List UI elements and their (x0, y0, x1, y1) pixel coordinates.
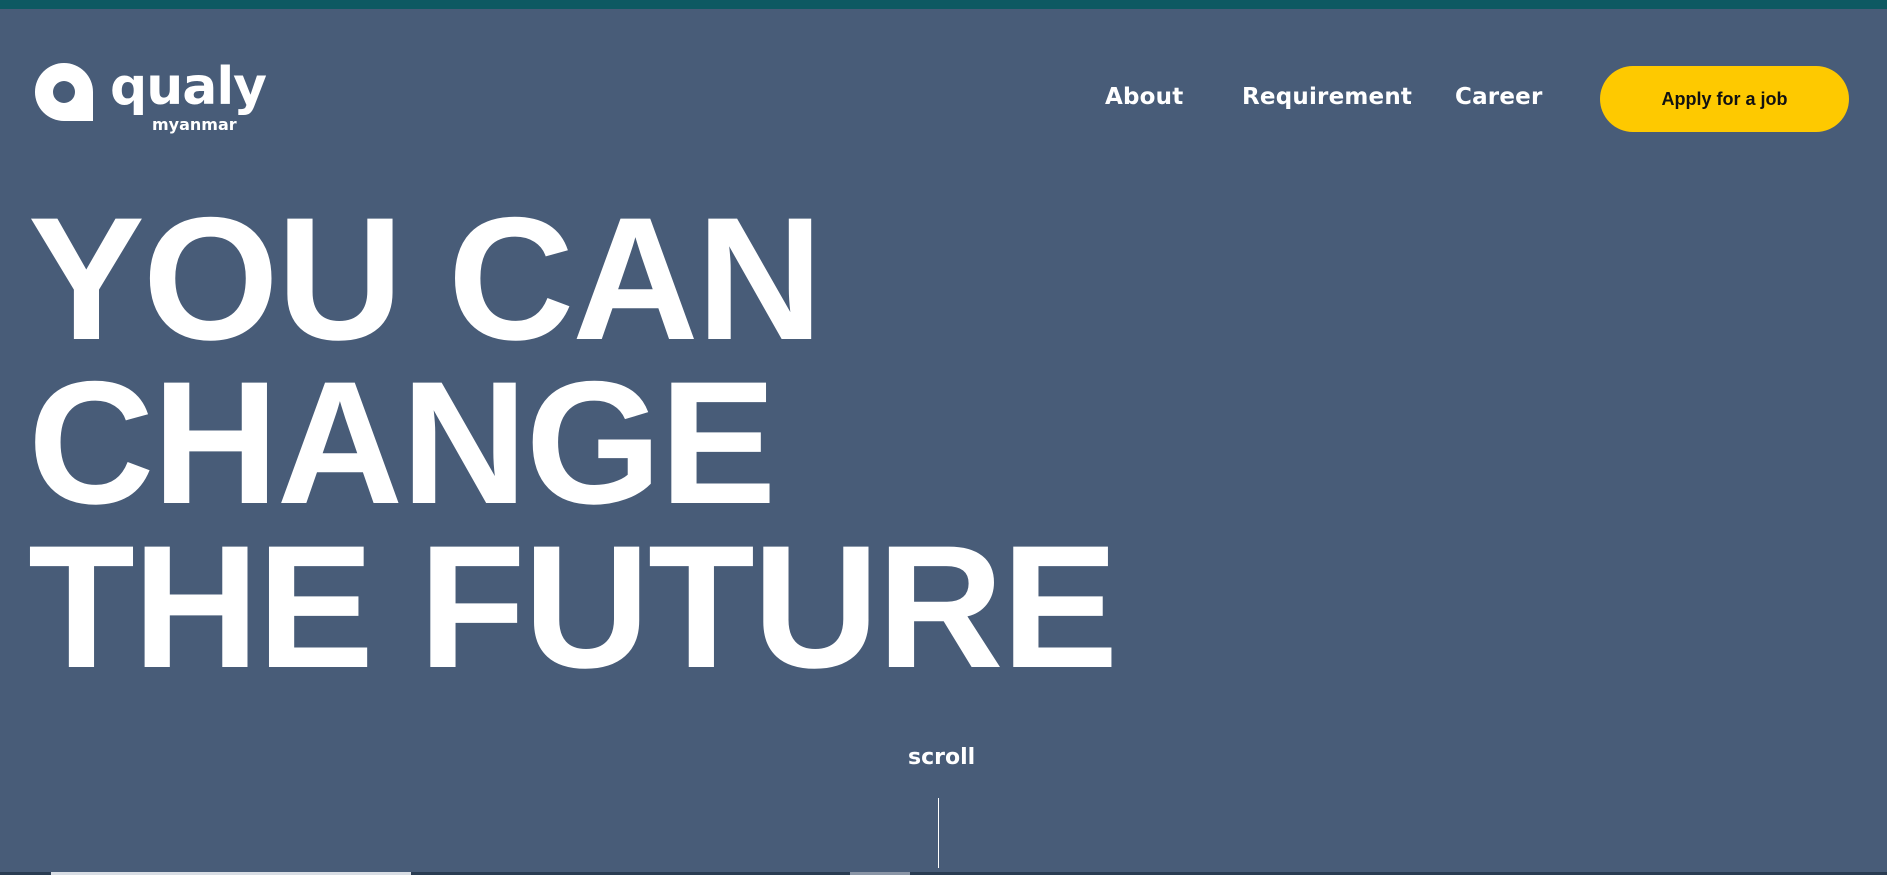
svg-text:qualy: qualy (110, 60, 266, 117)
hero-line-3: THE FUTURE (28, 510, 1118, 705)
logo-mark-icon: qualy myanmar (34, 60, 267, 134)
nav-requirement-link[interactable]: Requirement (1242, 84, 1412, 114)
hero-line-2: CHANGE (28, 346, 776, 541)
nav-career-link[interactable]: Career (1455, 84, 1542, 114)
hero-heading: YOU CAN CHANGE THE FUTURE (28, 182, 1118, 705)
hero-line-1: YOU CAN (28, 182, 823, 377)
nav-about-link[interactable]: About (1105, 84, 1183, 114)
scroll-indicator-line (938, 798, 939, 868)
scroll-indicator-label[interactable]: scroll (908, 745, 975, 770)
top-accent-strip (0, 0, 1887, 9)
svg-text:myanmar: myanmar (152, 115, 237, 134)
qualy-myanmar-logo[interactable]: qualy myanmar (32, 60, 282, 140)
apply-for-job-button[interactable]: Apply for a job (1600, 66, 1849, 132)
